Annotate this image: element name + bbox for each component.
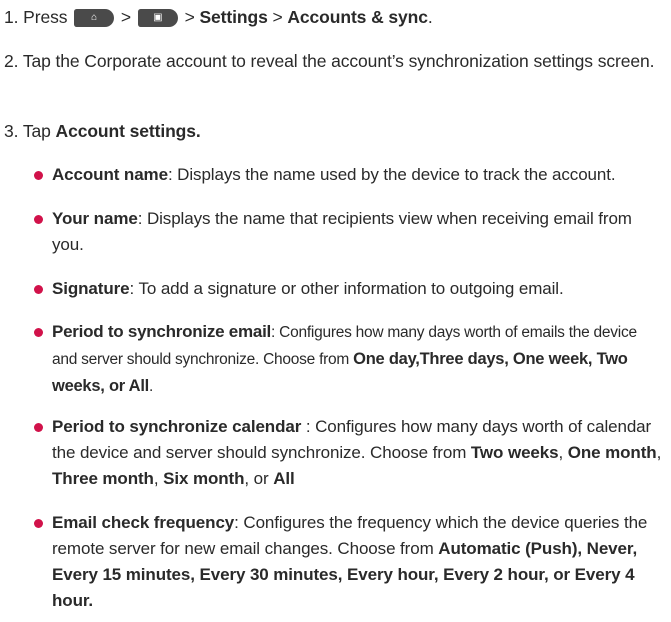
bullet-dot (34, 285, 43, 294)
step-1-separator: > (120, 7, 132, 27)
manual-page: 1. Press ⌂ > ▣ > Settings > Accounts & s… (0, 0, 671, 622)
step-1-settings: Settings (199, 7, 268, 27)
home-key-icon: ⌂ (74, 9, 115, 27)
item-term: Account name (52, 165, 168, 184)
item-description: : Displays the name used by the device t… (167, 165, 616, 184)
step-1-period: . (427, 7, 433, 27)
item-end: . (149, 378, 154, 395)
item-separator: , (558, 443, 568, 462)
list-item: Account name: Displays the name used by … (34, 162, 666, 188)
list-item: Email check frequency: Configures the fr… (34, 510, 666, 614)
bullet-dot (34, 519, 43, 528)
item-choice: One month (567, 443, 657, 462)
item-description: : To add a signature or other informatio… (129, 279, 564, 298)
step-2: 2. Tap the Corporate account to reveal t… (4, 51, 655, 71)
item-choice: All (273, 469, 295, 488)
step-3-account-settings: Account settings. (55, 121, 201, 141)
item-term: Period to synchronize calendar (52, 417, 302, 436)
step-1-accounts-sync: Accounts & sync (287, 7, 428, 27)
list-item: Your name: Displays the name that recipi… (34, 206, 666, 258)
step-1-number: 1. Press (4, 7, 68, 27)
item-term: Signature (52, 279, 130, 298)
item-separator: , (656, 443, 662, 462)
item-separator: , (153, 469, 164, 488)
step-1-separator: > (272, 7, 283, 27)
bullet-dot (34, 215, 43, 224)
step-3-prefix: 3. Tap (4, 121, 51, 141)
item-separator: , or (244, 469, 274, 488)
list-item: Period to synchronize email: Configures … (34, 319, 666, 400)
bullet-dot (34, 423, 43, 432)
item-description: : Displays the name that recipients view… (52, 209, 632, 254)
item-choice: Three month (52, 469, 154, 488)
item-term: Email check frequency (52, 513, 235, 532)
bullet-dot (34, 171, 43, 180)
list-item: Period to synchronize calendar : Configu… (34, 414, 666, 492)
item-term: Period to synchronize email (52, 322, 272, 341)
list-item: Signature: To add a signature or other i… (34, 276, 666, 302)
step-1: 1. Press ⌂ > ▣ > Settings > Accounts & s… (4, 4, 664, 30)
item-choice: Six month (163, 469, 245, 488)
item-term: Your name (52, 209, 138, 228)
menu-key-icon: ▣ (137, 9, 178, 27)
item-choice: Two weeks (470, 443, 559, 462)
step-3: 3. Tap Account settings. (4, 118, 664, 144)
step-1-separator: > (184, 7, 195, 27)
bullet-dot (34, 328, 43, 337)
